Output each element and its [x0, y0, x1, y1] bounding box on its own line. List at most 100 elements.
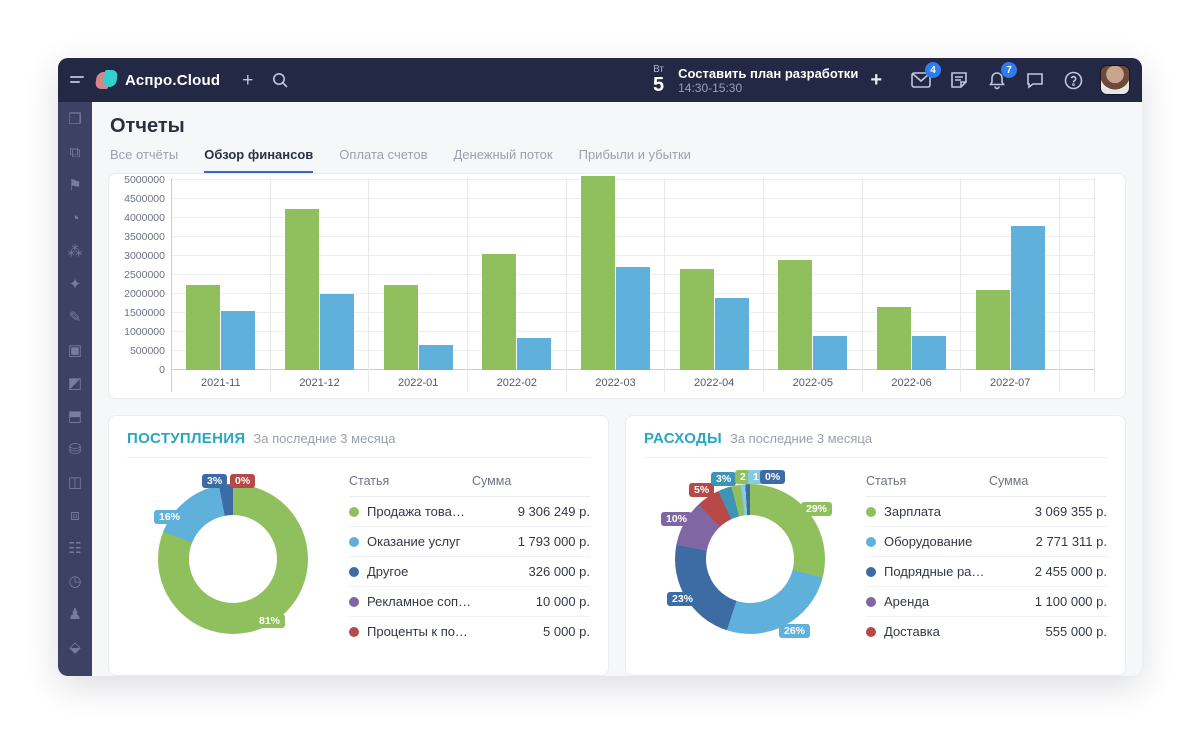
blue-bars-2022-02[interactable] [517, 338, 551, 370]
x-axis-label: 2022-05 [764, 377, 862, 389]
user-avatar[interactable] [1100, 65, 1130, 95]
category-color-dot [349, 597, 359, 607]
blue-bars-2022-06[interactable] [912, 336, 946, 370]
notifications-badge: 7 [1001, 62, 1017, 78]
panel-title: ПОСТУПЛЕНИЯ [127, 430, 245, 447]
tab-4[interactable]: Денежный поток [454, 147, 553, 173]
table-row[interactable]: Зарплата3 069 355 р. [866, 497, 1107, 527]
sidebar-item-module-12-icon[interactable]: ◫ [65, 473, 85, 493]
main-content: Отчеты Все отчётыОбзор финансовОплата сч… [92, 102, 1142, 676]
category-color-dot [866, 597, 876, 607]
tab-3[interactable]: Оплата счетов [339, 147, 427, 173]
blue-bars-2022-03[interactable] [616, 267, 650, 370]
breakdown-table: СтатьяСуммаПродажа товаров9 306 249 р.Ок… [349, 468, 590, 646]
category-amount: 3 069 355 р. [989, 504, 1107, 519]
y-tick-label: 3000000 [124, 250, 165, 262]
help-icon[interactable] [1060, 67, 1086, 93]
green-bars-2022-04[interactable] [680, 269, 714, 370]
sidebar-item-module-7-icon[interactable]: ✎ [65, 308, 85, 328]
donut-ring[interactable] [158, 484, 308, 634]
add-icon[interactable]: + [242, 71, 253, 90]
logo-mark-icon [96, 70, 118, 90]
table-row[interactable]: Другое326 000 р. [349, 557, 590, 587]
y-tick-label: 3500000 [124, 231, 165, 243]
green-bars-2022-05[interactable] [778, 260, 812, 370]
table-row[interactable]: Продажа товаров9 306 249 р. [349, 497, 590, 527]
green-bars-2021-11[interactable] [186, 285, 220, 371]
module-sidebar: ❒ ⧉ ⚑ ◔ ⁂ ✦ ✎ ▣ ◩ ⬒ ⛁ ◫ ⧈ ☷ ◷ ♟ ⬙ [58, 102, 92, 676]
green-bars-2021-12[interactable] [285, 209, 319, 371]
bell-icon[interactable]: 7 [984, 67, 1010, 93]
x-axis-label: 2021-11 [172, 377, 270, 389]
blue-bars-2022-04[interactable] [715, 298, 749, 370]
sidebar-item-module-17-icon[interactable]: ⬙ [65, 638, 85, 658]
donut-percent-label: 3% [711, 472, 736, 486]
green-bars-2022-03[interactable] [581, 176, 615, 370]
tab-5[interactable]: Прибыли и убытки [579, 147, 691, 173]
notes-icon[interactable] [946, 67, 972, 93]
sidebar-item-module-4-icon[interactable]: ◔ [65, 209, 85, 229]
category-amount: 2 771 311 р. [989, 534, 1107, 549]
blue-bars-2022-05[interactable] [813, 336, 847, 370]
sidebar-item-module-5-icon[interactable]: ⁂ [65, 242, 85, 262]
sidebar-item-module-16-icon[interactable]: ♟ [65, 605, 85, 625]
table-row[interactable]: Доставка555 000 р. [866, 617, 1107, 646]
sidebar-item-module-13-icon[interactable]: ⧈ [65, 506, 85, 526]
upcoming-event[interactable]: Составить план разработки 14:30-15:30 [678, 66, 858, 95]
category-label: Подрядные раб... [884, 564, 989, 579]
donut-percent-label: 81% [254, 614, 285, 628]
table-row[interactable]: Оборудование 2 771 311 р. [866, 527, 1107, 557]
blue-bars-2022-01[interactable] [419, 345, 453, 370]
table-row[interactable]: Подрядные раб...2 455 000 р. [866, 557, 1107, 587]
blue-bars-2021-12[interactable] [320, 294, 354, 370]
tab-2[interactable]: Обзор финансов [204, 147, 313, 173]
panel-subtitle: За последние 3 месяца [253, 431, 395, 446]
add-event-icon[interactable]: + [870, 69, 882, 92]
sidebar-item-module-10-icon[interactable]: ⬒ [65, 407, 85, 427]
category-color-dot [349, 627, 359, 637]
sidebar-item-module-1-icon[interactable]: ❒ [65, 110, 85, 130]
blue-bars-2022-07[interactable] [1011, 226, 1045, 370]
blue-bars-2021-11[interactable] [221, 311, 255, 370]
sidebar-item-module-9-icon[interactable]: ◩ [65, 374, 85, 394]
y-tick-label: 2000000 [124, 288, 165, 300]
category-label: Продажа товаров [367, 504, 472, 519]
chat-icon[interactable] [1022, 67, 1048, 93]
table-row[interactable]: Аренда1 100 000 р. [866, 587, 1107, 617]
table-row[interactable]: Оказание услуг1 793 000 р. [349, 527, 590, 557]
table-row[interactable]: Проценты к получе...5 000 р. [349, 617, 590, 646]
bar-chart: 5000000450000040000003500000300000025000… [119, 178, 1095, 392]
green-bars-2022-02[interactable] [482, 254, 516, 370]
app-logo[interactable]: Аспро.Cloud [96, 70, 220, 90]
green-bars-2022-07[interactable] [976, 290, 1010, 370]
search-icon[interactable] [267, 67, 293, 93]
report-tabs: Все отчёты Обзор финансов Оплата счетов Ден… [110, 147, 1126, 173]
table-row[interactable]: Рекламное сопров...10 000 р. [349, 587, 590, 617]
y-tick-label: 5000000 [124, 174, 165, 186]
x-axis-label: 2022-03 [567, 377, 665, 389]
donut-percent-label: 23% [667, 592, 698, 606]
category-amount: 9 306 249 р. [472, 504, 590, 519]
donut-percent-label: 16% [154, 510, 185, 524]
green-bars-2022-06[interactable] [877, 307, 911, 370]
sidebar-item-module-11-icon[interactable]: ⛁ [65, 440, 85, 460]
hamburger-menu-icon[interactable] [70, 75, 86, 85]
sidebar-item-module-15-icon[interactable]: ◷ [65, 572, 85, 592]
category-amount: 10 000 р. [472, 594, 590, 609]
calendar-date[interactable]: Вт 5 [653, 65, 664, 95]
x-axis-label: 2022-04 [665, 377, 763, 389]
x-axis-label: 2022-01 [369, 377, 467, 389]
category-label: Оборудование [884, 534, 972, 549]
sidebar-item-module-2-icon[interactable]: ⧉ [65, 143, 85, 163]
tab-1[interactable]: Все отчёты [110, 147, 178, 173]
sidebar-item-module-8-icon[interactable]: ▣ [65, 341, 85, 361]
green-bars-2022-01[interactable] [384, 285, 418, 371]
sidebar-item-module-3-icon[interactable]: ⚑ [65, 176, 85, 196]
mail-icon[interactable]: 4 [908, 67, 934, 93]
category-color-dot [349, 537, 359, 547]
sidebar-item-module-14-icon[interactable]: ☷ [65, 539, 85, 559]
bar-group-2021-12: 2021-12 [271, 178, 370, 392]
sidebar-item-module-6-icon[interactable]: ✦ [65, 275, 85, 295]
bar-group-2021-11: 2021-11 [172, 178, 271, 392]
y-tick-label: 2500000 [124, 269, 165, 281]
